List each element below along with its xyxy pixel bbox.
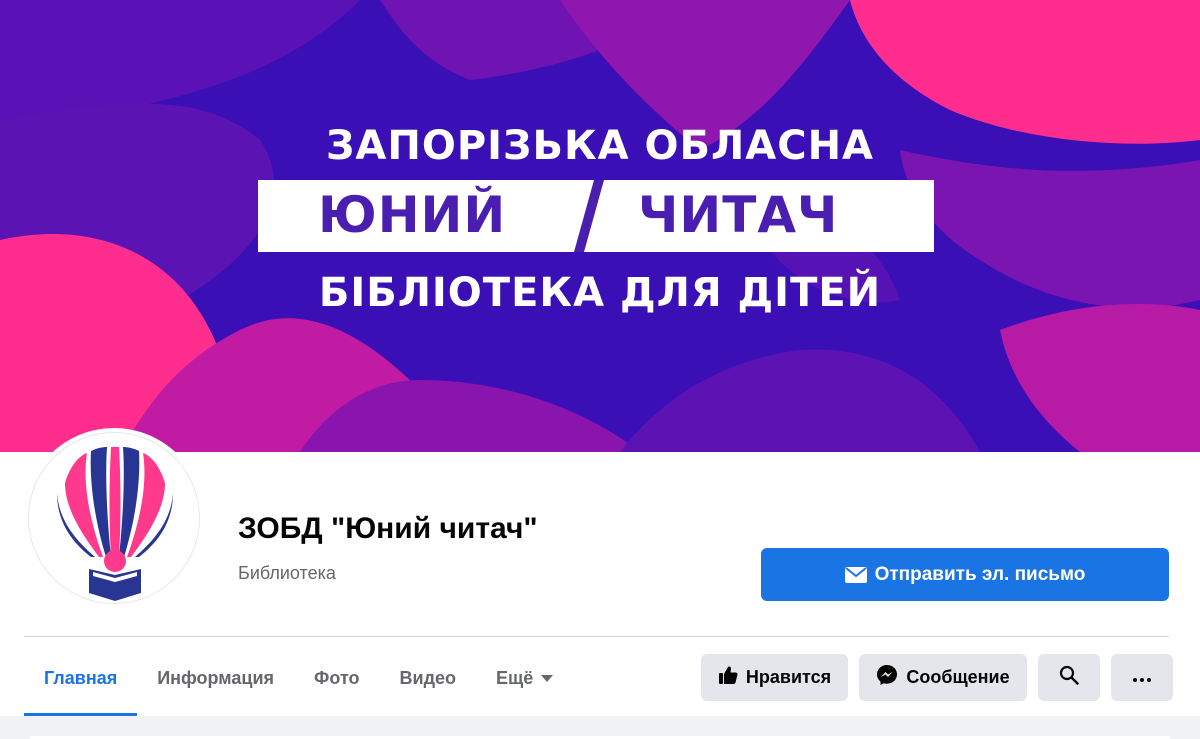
like-button[interactable]: Нравится — [701, 654, 848, 701]
tab-about[interactable]: Информация — [137, 640, 294, 716]
cover-word-left: ЮНИЙ — [318, 186, 507, 244]
tab-more[interactable]: Ещё — [476, 640, 573, 716]
envelope-icon — [844, 566, 867, 583]
page-category[interactable]: Библиотека — [238, 563, 336, 584]
message-label: Сообщение — [906, 667, 1010, 687]
header-divider — [24, 636, 1169, 637]
caret-down-icon — [541, 674, 554, 682]
like-label: Нравится — [745, 667, 832, 687]
more-icon — [1132, 667, 1152, 688]
send-email-button[interactable]: Отправить эл. письмо — [761, 548, 1169, 601]
tab-photos[interactable]: Фото — [294, 640, 379, 716]
tab-label: Информация — [157, 667, 275, 688]
cover-photo[interactable]: ЗАПОРІЗЬКА ОБЛАСНА ЮНИЙ ЧИТАЧ БІБЛІОТЕКА… — [0, 0, 1200, 452]
thumbs-up-icon — [718, 665, 738, 690]
tab-label: Главная — [44, 667, 118, 688]
more-options-button[interactable] — [1111, 654, 1173, 701]
cover-line-3: БІБЛІОТЕКА ДЛЯ ДІТЕЙ — [318, 270, 882, 316]
cover-word-right: ЧИТАЧ — [638, 186, 839, 244]
message-button[interactable]: Сообщение — [859, 654, 1027, 701]
messenger-icon — [876, 664, 898, 691]
tab-home[interactable]: Главная — [24, 640, 138, 716]
page-actions: Нравится Сообщение — [701, 654, 1173, 701]
tab-videos[interactable]: Видео — [380, 640, 477, 716]
search-icon — [1059, 665, 1079, 690]
page-tabs: Главная Информация Фото Видео Ещё — [24, 640, 573, 716]
send-email-label: Отправить эл. письмо — [874, 563, 1086, 585]
tab-label: Ещё — [496, 667, 534, 688]
profile-avatar[interactable] — [28, 432, 200, 604]
balloon-logo-icon — [29, 433, 199, 603]
cover-line-1: ЗАПОРІЗЬКА ОБЛАСНА — [326, 123, 874, 169]
cover-ribbon: ЮНИЙ ЧИТАЧ — [258, 180, 934, 252]
tab-label: Видео — [399, 667, 457, 688]
page-title: ЗОБД "Юний читач" — [238, 512, 538, 545]
tab-label: Фото — [314, 667, 360, 688]
feed-background — [0, 716, 1200, 739]
search-button[interactable] — [1038, 654, 1100, 701]
